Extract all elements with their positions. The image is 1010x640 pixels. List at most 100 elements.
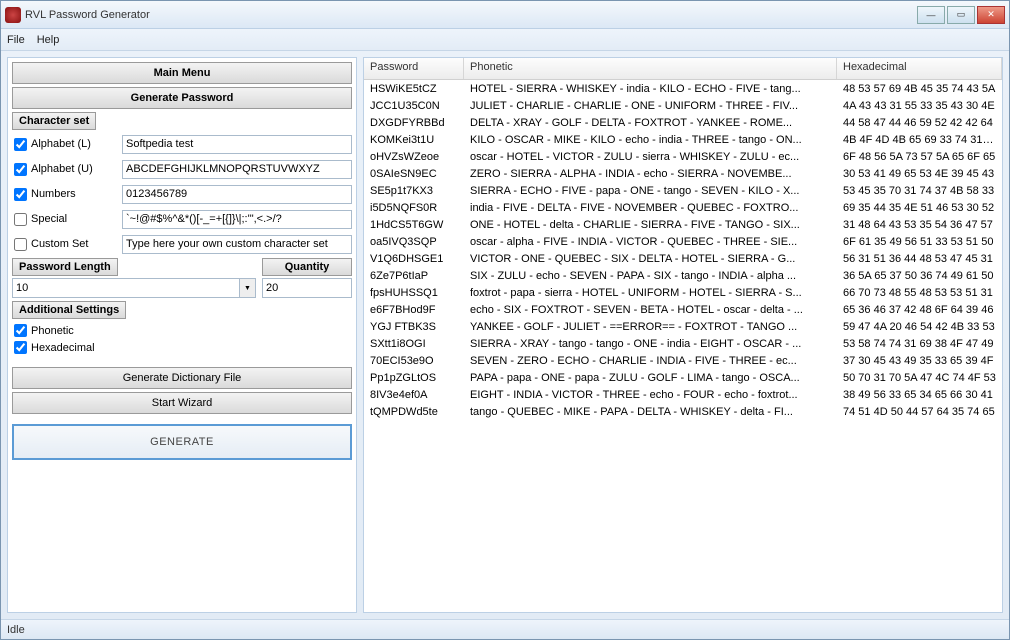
cell-phonetic: YANKEE - GOLF - JULIET - ==ERROR== - FOX…	[464, 321, 837, 333]
maximize-button[interactable]: ▭	[947, 6, 975, 24]
table-row[interactable]: i5D5NQFS0Rindia - FIVE - DELTA - FIVE - …	[364, 199, 1002, 216]
table-row[interactable]: 1HdCS5T6GWONE - HOTEL - delta - CHARLIE …	[364, 216, 1002, 233]
table-row[interactable]: DXGDFYRBBdDELTA - XRAY - GOLF - DELTA - …	[364, 114, 1002, 131]
table-row[interactable]: oa5IVQ3SQPoscar - alpha - FIVE - INDIA -…	[364, 233, 1002, 250]
table-row[interactable]: oHVZsWZeoeoscar - HOTEL - VICTOR - ZULU …	[364, 148, 1002, 165]
cell-password: JCC1U35C0N	[364, 100, 464, 112]
table-row[interactable]: JCC1U35C0NJULIET - CHARLIE - CHARLIE - O…	[364, 97, 1002, 114]
cell-phonetic: oscar - HOTEL - VICTOR - ZULU - sierra -…	[464, 151, 837, 163]
cell-hex: 50 70 31 70 5A 47 4C 74 4F 53	[837, 372, 1002, 384]
menubar: File Help	[1, 29, 1009, 51]
table-row[interactable]: 6Ze7P6tIaPSIX - ZULU - echo - SEVEN - PA…	[364, 267, 1002, 284]
cell-password: tQMPDWd5te	[364, 406, 464, 418]
start-wizard-button[interactable]: Start Wizard	[12, 392, 352, 414]
cell-hex: 66 70 73 48 55 48 53 53 51 31	[837, 287, 1002, 299]
cell-password: fpsHUHSSQ1	[364, 287, 464, 299]
status-text: Idle	[7, 624, 25, 636]
alphl-checkbox[interactable]	[14, 138, 27, 151]
gen-dict-button[interactable]: Generate Dictionary File	[12, 367, 352, 389]
cell-phonetic: PAPA - papa - ONE - papa - ZULU - GOLF -…	[464, 372, 837, 384]
cell-hex: 6F 61 35 49 56 51 33 53 51 50	[837, 236, 1002, 248]
minimize-button[interactable]: —	[917, 6, 945, 24]
cell-phonetic: echo - SIX - FOXTROT - SEVEN - BETA - HO…	[464, 304, 837, 316]
numbers-label: Numbers	[31, 188, 76, 200]
table-row[interactable]: V1Q6DHSGE1VICTOR - ONE - QUEBEC - SIX - …	[364, 250, 1002, 267]
phonetic-checkbox[interactable]	[14, 324, 27, 337]
table-row[interactable]: e6F7BHod9Fecho - SIX - FOXTROT - SEVEN -…	[364, 301, 1002, 318]
custom-label: Custom Set	[31, 238, 88, 250]
table-row[interactable]: 0SAIeSN9ECZERO - SIERRA - ALPHA - INDIA …	[364, 165, 1002, 182]
header-hex[interactable]: Hexadecimal	[837, 58, 1002, 79]
numbers-checkbox[interactable]	[14, 188, 27, 201]
close-button[interactable]: ✕	[977, 6, 1005, 24]
cell-hex: 36 5A 65 37 50 36 74 49 61 50	[837, 270, 1002, 282]
cell-password: 70ECI53e9O	[364, 355, 464, 367]
special-input[interactable]	[122, 210, 352, 229]
statusbar: Idle	[1, 619, 1009, 639]
generate-password-button[interactable]: Generate Password	[12, 87, 352, 109]
window-title: RVL Password Generator	[25, 9, 917, 21]
cell-password: oHVZsWZeoe	[364, 151, 464, 163]
hex-label: Hexadecimal	[31, 342, 95, 354]
table-row[interactable]: HSWiKE5tCZHOTEL - SIERRA - WHISKEY - ind…	[364, 80, 1002, 97]
alphl-input[interactable]	[122, 135, 352, 154]
cell-hex: 53 58 74 74 31 69 38 4F 47 49	[837, 338, 1002, 350]
table-row[interactable]: Pp1pZGLtOSPAPA - papa - ONE - papa - ZUL…	[364, 369, 1002, 386]
table-body[interactable]: HSWiKE5tCZHOTEL - SIERRA - WHISKEY - ind…	[364, 80, 1002, 612]
table-row[interactable]: 8IV3e4ef0AEIGHT - INDIA - VICTOR - THREE…	[364, 386, 1002, 403]
results-panel: Password Phonetic Hexadecimal HSWiKE5tCZ…	[363, 57, 1003, 613]
qty-input[interactable]	[262, 278, 352, 298]
charset-group-title: Character set	[12, 112, 96, 130]
cell-phonetic: foxtrot - papa - sierra - HOTEL - UNIFOR…	[464, 287, 837, 299]
alphl-label: Alphabet (L)	[31, 138, 91, 150]
cell-hex: 53 45 35 70 31 74 37 4B 58 33	[837, 185, 1002, 197]
table-row[interactable]: SE5p1t7KX3SIERRA - ECHO - FIVE - papa - …	[364, 182, 1002, 199]
alphu-checkbox[interactable]	[14, 163, 27, 176]
pwlen-input[interactable]	[12, 278, 240, 298]
charset-row-alphu: Alphabet (U)	[12, 158, 352, 180]
header-phonetic[interactable]: Phonetic	[464, 58, 837, 79]
table-row[interactable]: SXtt1i8OGISIERRA - XRAY - tango - tango …	[364, 335, 1002, 352]
pwlen-title: Password Length	[12, 258, 118, 276]
cell-phonetic: india - FIVE - DELTA - FIVE - NOVEMBER -…	[464, 202, 837, 214]
cell-hex: 4B 4F 4D 4B 65 69 33 74 31 55	[837, 134, 1002, 146]
cell-hex: 30 53 41 49 65 53 4E 39 45 43	[837, 168, 1002, 180]
table-header: Password Phonetic Hexadecimal	[364, 58, 1002, 80]
cell-hex: 74 51 4D 50 44 57 64 35 74 65	[837, 406, 1002, 418]
left-panel: Main Menu Generate Password Character se…	[7, 57, 357, 613]
table-row[interactable]: KOMKei3t1UKILO - OSCAR - MIKE - KILO - e…	[364, 131, 1002, 148]
app-icon	[5, 7, 21, 23]
cell-phonetic: EIGHT - INDIA - VICTOR - THREE - echo - …	[464, 389, 837, 401]
cell-password: 6Ze7P6tIaP	[364, 270, 464, 282]
table-row[interactable]: YGJ FTBK3SYANKEE - GOLF - JULIET - ==ERR…	[364, 318, 1002, 335]
charset-row-custom: Custom Set	[12, 233, 352, 255]
menu-help[interactable]: Help	[37, 34, 60, 46]
cell-phonetic: HOTEL - SIERRA - WHISKEY - india - KILO …	[464, 83, 837, 95]
cell-phonetic: KILO - OSCAR - MIKE - KILO - echo - indi…	[464, 134, 837, 146]
generate-button[interactable]: GENERATE	[12, 424, 352, 460]
main-menu-button[interactable]: Main Menu	[12, 62, 352, 84]
header-password[interactable]: Password	[364, 58, 464, 79]
table-row[interactable]: fpsHUHSSQ1foxtrot - papa - sierra - HOTE…	[364, 284, 1002, 301]
custom-input[interactable]	[122, 235, 352, 254]
titlebar[interactable]: RVL Password Generator — ▭ ✕	[1, 1, 1009, 29]
cell-hex: 69 35 44 35 4E 51 46 53 30 52	[837, 202, 1002, 214]
alphu-input[interactable]	[122, 160, 352, 179]
hex-checkbox[interactable]	[14, 341, 27, 354]
cell-password: KOMKei3t1U	[364, 134, 464, 146]
cell-phonetic: SIERRA - ECHO - FIVE - papa - ONE - tang…	[464, 185, 837, 197]
cell-phonetic: VICTOR - ONE - QUEBEC - SIX - DELTA - HO…	[464, 253, 837, 265]
cell-password: e6F7BHod9F	[364, 304, 464, 316]
pwlen-dropdown[interactable]: ▼	[240, 278, 256, 298]
numbers-input[interactable]	[122, 185, 352, 204]
cell-hex: 48 53 57 69 4B 45 35 74 43 5A	[837, 83, 1002, 95]
cell-hex: 4A 43 43 31 55 33 35 43 30 4E	[837, 100, 1002, 112]
cell-password: DXGDFYRBBd	[364, 117, 464, 129]
table-row[interactable]: tQMPDWd5tetango - QUEBEC - MIKE - PAPA -…	[364, 403, 1002, 420]
table-row[interactable]: 70ECI53e9OSEVEN - ZERO - ECHO - CHARLIE …	[364, 352, 1002, 369]
special-checkbox[interactable]	[14, 213, 27, 226]
custom-checkbox[interactable]	[14, 238, 27, 251]
menu-file[interactable]: File	[7, 34, 25, 46]
addl-title: Additional Settings	[12, 301, 126, 319]
app-window: RVL Password Generator — ▭ ✕ File Help M…	[0, 0, 1010, 640]
